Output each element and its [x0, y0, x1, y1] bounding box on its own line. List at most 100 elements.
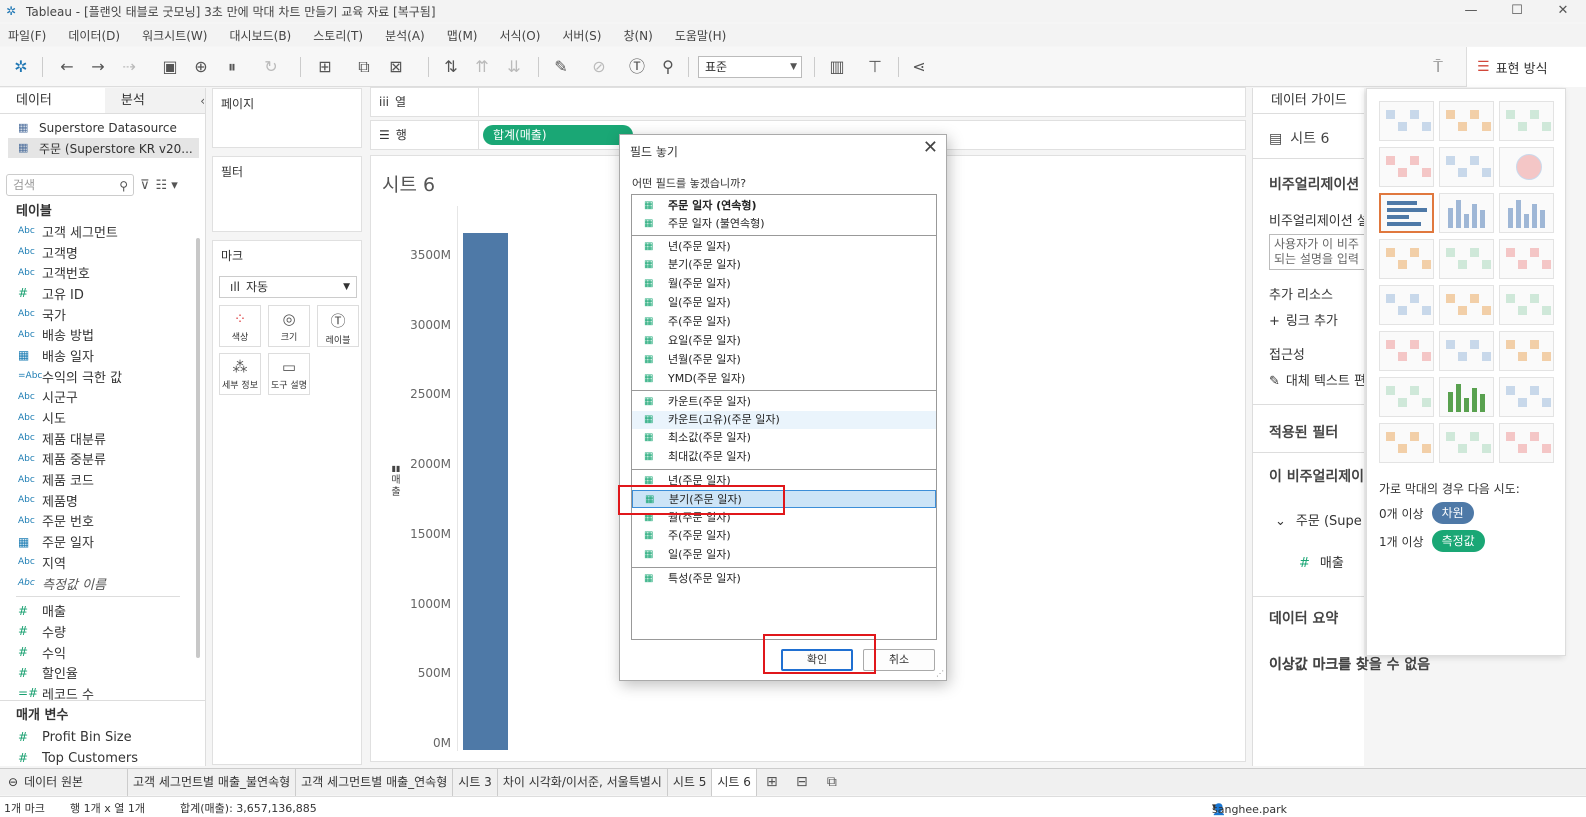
side-by-side-bars-thumbnail[interactable]	[1499, 193, 1554, 233]
lines-discrete-thumbnail[interactable]	[1439, 285, 1494, 325]
search-input[interactable]: 검색 ⚲	[6, 174, 134, 196]
format-icon[interactable]: ⍑	[1427, 56, 1449, 78]
sheet-tab[interactable]: 고객 세그먼트별 매출_연속형	[296, 768, 454, 796]
menu-map[interactable]: 맵(M)	[447, 27, 478, 44]
field-item[interactable]: # Profit Bin Size	[0, 727, 200, 748]
pages-card[interactable]: 페이지	[212, 88, 362, 148]
new-worksheet-icon[interactable]: ⊞	[757, 774, 787, 790]
duplicate-sheet-icon[interactable]: ⧉	[353, 56, 375, 78]
tooltip-button[interactable]: ▭ 도구 설명	[268, 353, 310, 395]
field-option[interactable]: ▦ 주문 일자 (불연속형)	[632, 215, 936, 233]
size-button[interactable]: ◎ 크기	[268, 305, 310, 347]
field-item[interactable]: # 수량	[0, 621, 200, 642]
area-continuous-thumbnail[interactable]	[1379, 331, 1434, 371]
field-item[interactable]: Abc 제품 중분류	[0, 449, 200, 470]
source-item[interactable]: ⌄ 주문 (Supe	[1275, 510, 1362, 529]
new-dashboard-icon[interactable]: ⊟	[787, 774, 817, 790]
field-item[interactable]: # 수익	[0, 642, 200, 663]
sort-ascending-icon[interactable]: ⇈	[471, 56, 493, 78]
field-item[interactable]: Abc 시군구	[0, 387, 200, 408]
sum-sales-pill[interactable]: 합계(매출)	[483, 125, 633, 145]
field-option[interactable]: ▦ 특성(주문 일자)	[632, 570, 936, 588]
menu-data[interactable]: 데이터(D)	[68, 27, 120, 44]
alt-text-button[interactable]: ✎ 대체 텍스트 편	[1269, 370, 1364, 389]
label-button[interactable]: Ⓣ 레이블	[317, 305, 359, 347]
field-item[interactable]: Abc 고객명	[0, 242, 200, 263]
user-menu[interactable]: 👤 sanghee.park ▾	[1212, 800, 1287, 816]
tab-analytics[interactable]: 분석	[104, 88, 201, 113]
scrollbar[interactable]	[196, 238, 200, 658]
circle-view-thumbnail[interactable]	[1439, 239, 1494, 279]
field-option[interactable]: ▦ 분기(주문 일자)	[632, 256, 936, 274]
presentation-mode-icon[interactable]: ⊤	[864, 56, 886, 78]
field-option[interactable]: ▦ 카운트(고유)(주문 일자)	[632, 411, 936, 429]
sheet-tab[interactable]: 고객 세그먼트별 매출_불연속형	[128, 768, 297, 796]
dual-lines-thumbnail[interactable]	[1499, 285, 1554, 325]
pie-chart-thumbnail[interactable]	[1499, 147, 1554, 187]
field-option[interactable]: ▦ 주(주문 일자)	[632, 527, 936, 545]
menu-format[interactable]: 서식(O)	[500, 27, 541, 44]
field-item[interactable]: =Abc 수익의 극한 값	[0, 366, 200, 387]
show-labels-icon[interactable]: Ⓣ	[626, 56, 648, 78]
field-item[interactable]: Abc 국가	[0, 304, 200, 325]
field-item[interactable]: Abc 고객번호	[0, 262, 200, 283]
clear-sheet-icon[interactable]: ⊠	[385, 56, 407, 78]
fit-select[interactable]: 표준 ▼	[698, 56, 802, 78]
tableau-home-icon[interactable]: ✲	[10, 56, 32, 78]
field-option[interactable]: ▦ 주문 일자 (연속형)	[632, 197, 936, 215]
new-story-icon[interactable]: ⧉	[817, 774, 847, 790]
redo-icon[interactable]: →	[87, 56, 109, 78]
field-option[interactable]: ▦ 월(주문 일자)	[632, 275, 936, 293]
minimize-button[interactable]: —	[1448, 0, 1494, 22]
mark-type-select[interactable]: ıll 자동 ▼	[219, 276, 357, 298]
area-discrete-thumbnail[interactable]	[1439, 331, 1494, 371]
refresh-icon[interactable]: ↻	[260, 56, 282, 78]
field-item[interactable]: Abc 제품 대분류	[0, 428, 200, 449]
filters-card[interactable]: 필터	[212, 156, 362, 232]
gantt-chart-thumbnail[interactable]	[1379, 423, 1434, 463]
field-option[interactable]: ▦ 일(주문 일자)	[632, 294, 936, 312]
stacked-bars-thumbnail[interactable]	[1439, 193, 1494, 233]
field-item[interactable]: Abc 제품 코드	[0, 469, 200, 490]
detail-button[interactable]: ⁂ 세부 정보	[219, 353, 261, 395]
maximize-button[interactable]: ☐	[1494, 0, 1540, 22]
sheet-tab[interactable]: 시트 3	[453, 768, 498, 796]
field-option[interactable]: ▦ 일(주문 일자)	[632, 546, 936, 564]
field-option[interactable]: ▦ YMD(주문 일자)	[632, 370, 936, 388]
share-icon[interactable]: ⋖	[908, 56, 930, 78]
field-item[interactable]: # Top Customers	[0, 748, 200, 769]
show-me-button[interactable]: ☰ 표현 방식	[1466, 47, 1586, 87]
text-table-thumbnail[interactable]	[1379, 101, 1434, 141]
menu-dashboard[interactable]: 대시보드(B)	[229, 27, 291, 44]
show-cards-icon[interactable]: ▥	[826, 56, 848, 78]
sort-descending-icon[interactable]: ⇊	[503, 56, 525, 78]
new-datasource-icon[interactable]: ⊕	[190, 56, 212, 78]
packed-bubbles-thumbnail[interactable]	[1499, 423, 1554, 463]
highlight-icon[interactable]: ✎	[550, 56, 572, 78]
menu-story[interactable]: 스토리(T)	[313, 27, 363, 44]
field-item[interactable]: # 할인율	[0, 662, 200, 683]
description-input[interactable]: 사용자가 이 비주 되는 설명을 입력	[1269, 234, 1364, 270]
pin-icon[interactable]: ⚲	[657, 56, 679, 78]
color-button[interactable]: ⁘ 색상	[219, 305, 261, 347]
field-option[interactable]: ▦ 주(주문 일자)	[632, 313, 936, 331]
replay-icon[interactable]: ⇢	[118, 56, 140, 78]
menu-analysis[interactable]: 분석(A)	[385, 27, 425, 44]
field-item[interactable]: # 매출	[0, 600, 200, 621]
pause-updates-icon[interactable]: ⏸	[221, 56, 243, 78]
field-option[interactable]: ▦ 년월(주문 일자)	[632, 351, 936, 369]
field-item[interactable]: Abc 시도	[0, 407, 200, 428]
menu-file[interactable]: 파일(F)	[8, 27, 46, 44]
histogram-thumbnail[interactable]	[1439, 377, 1494, 417]
box-and-whisker-thumbnail[interactable]	[1499, 377, 1554, 417]
menu-help[interactable]: 도움말(H)	[675, 27, 727, 44]
sheet-tab[interactable]: 시트 5	[668, 768, 713, 796]
field-item[interactable]: Abc 고객 세그먼트	[0, 221, 200, 242]
view-options-icon[interactable]: ☷ ▾	[156, 178, 178, 193]
group-icon[interactable]: ⊘	[588, 56, 610, 78]
dual-combination-thumbnail[interactable]	[1499, 331, 1554, 371]
undo-icon[interactable]: ←	[56, 56, 78, 78]
bullet-graph-thumbnail[interactable]	[1439, 423, 1494, 463]
save-icon[interactable]: ▣	[159, 56, 181, 78]
field-item[interactable]: Abc 측정값 이름	[0, 573, 200, 594]
